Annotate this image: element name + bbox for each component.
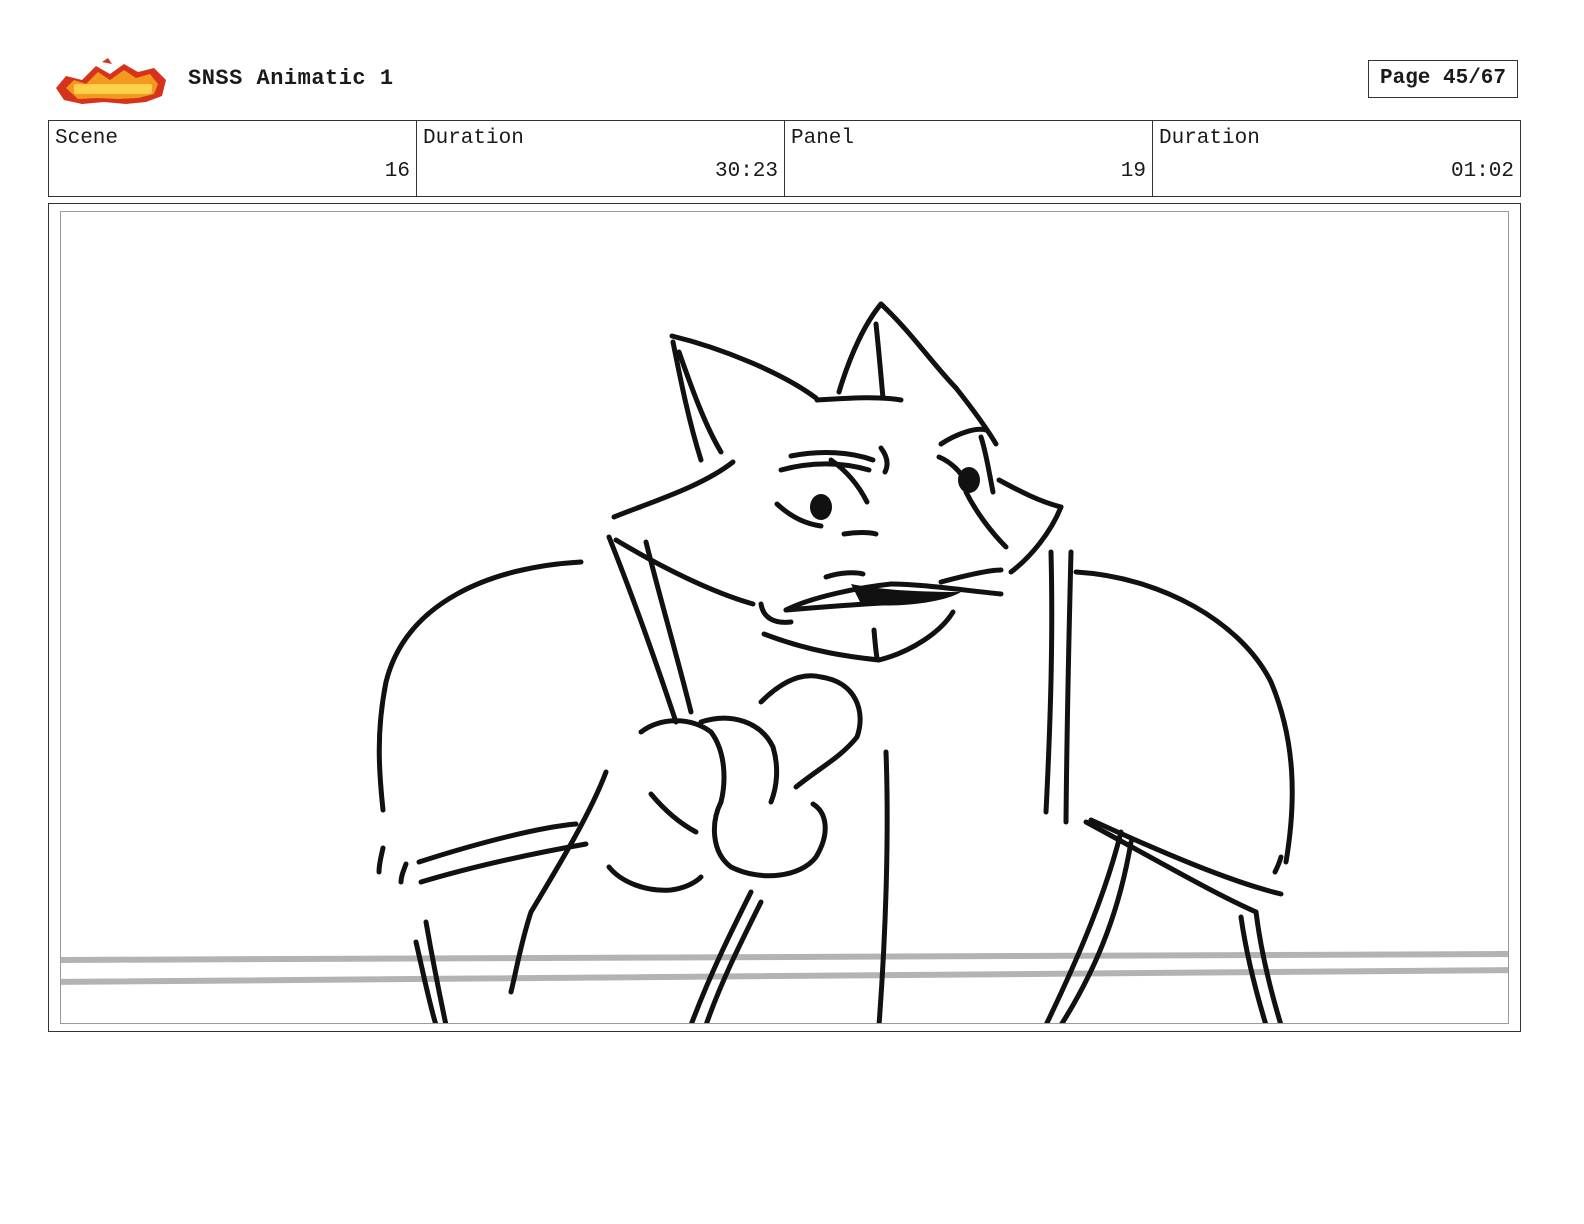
- scene-duration-label: Duration: [423, 127, 524, 150]
- scene-duration-value: 30:23: [714, 160, 778, 183]
- panel-duration-cell: Duration 01:02: [1153, 121, 1520, 196]
- scene-value: 16: [384, 160, 410, 183]
- document-title: SNSS Animatic 1: [188, 66, 394, 91]
- panel-label: Panel: [791, 127, 855, 150]
- left-eye-pupil: [810, 494, 832, 520]
- panel-cell: Panel 19: [785, 121, 1153, 196]
- page-indicator: Page 45/67: [1368, 60, 1518, 98]
- scene-duration-cell: Duration 30:23: [417, 121, 785, 196]
- panel-value: 19: [1120, 160, 1146, 183]
- scene-cell: Scene 16: [49, 121, 417, 196]
- character-lines: [376, 301, 1295, 1023]
- panel-duration-value: 01:02: [1450, 160, 1514, 183]
- floor-lines: [61, 951, 1508, 985]
- panel-drawing-area: [60, 211, 1509, 1024]
- scene-label: Scene: [55, 127, 119, 150]
- character-sketch: [61, 301, 1508, 1023]
- scene-info-table: Scene 16 Duration 30:23 Panel 19 Duratio…: [48, 120, 1521, 197]
- right-eye-pupil: [958, 467, 980, 493]
- show-logo: [52, 58, 170, 108]
- storyboard-panel: [48, 203, 1521, 1032]
- panel-duration-label: Duration: [1159, 127, 1260, 150]
